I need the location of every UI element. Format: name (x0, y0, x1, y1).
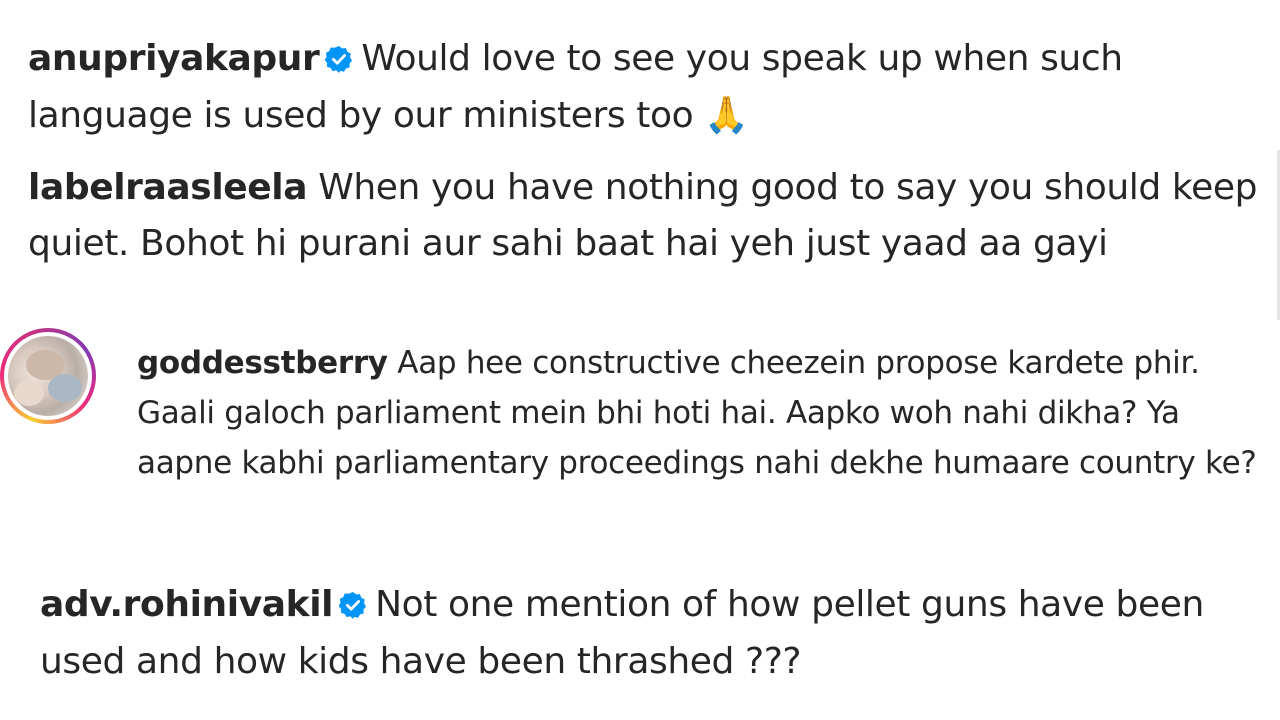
comment-username[interactable]: goddesstberry (137, 345, 388, 381)
comment-labelraasleela: labelraasleela When you have nothing goo… (28, 160, 1268, 272)
verified-badge-icon (339, 591, 367, 619)
comment-username[interactable]: labelraasleela (28, 167, 308, 208)
comment-username[interactable]: anupriyakapur (28, 38, 320, 79)
comment-goddesstberry: goddesstberry Aap hee constructive cheez… (137, 338, 1257, 488)
comment-anupriyakapur: anupriyakapur Would love to see you spea… (28, 30, 1268, 144)
comment-adv-rohinivakil: adv.rohinivakil Not one mention of how p… (40, 576, 1260, 690)
avatar[interactable] (8, 336, 88, 416)
verified-badge-icon (325, 45, 353, 73)
avatar-story-ring[interactable] (0, 328, 96, 424)
comment-username[interactable]: adv.rohinivakil (40, 584, 333, 625)
